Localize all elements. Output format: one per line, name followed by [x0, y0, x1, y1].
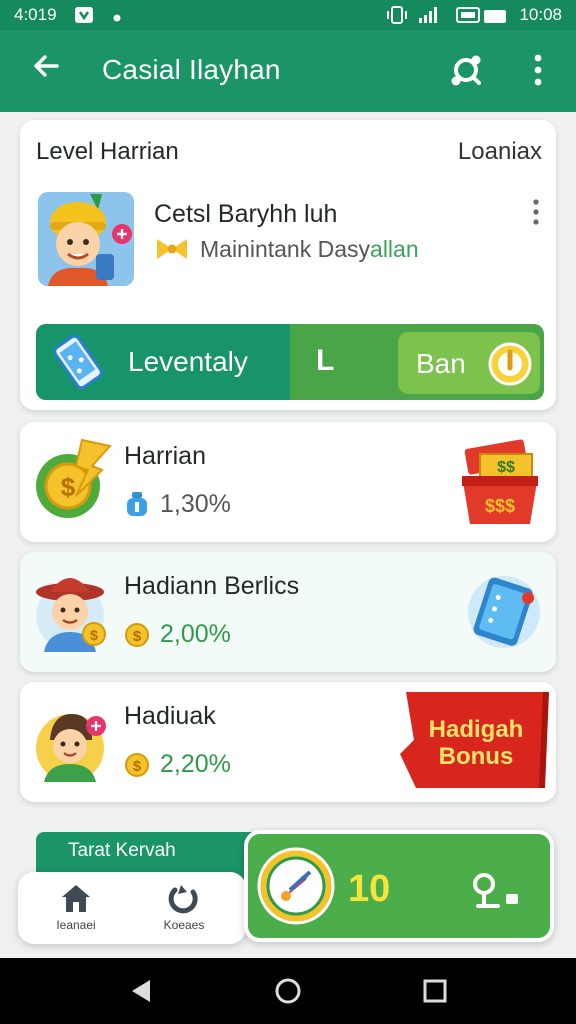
reward-card[interactable]: $ Harrian 1,30% $$ $$$ [20, 422, 556, 542]
cowboy-avatar-icon: $ [36, 578, 106, 652]
share-icon [451, 55, 481, 86]
back-nav-icon[interactable] [126, 976, 156, 1006]
nav-item-home[interactable]: Ieanaei [28, 882, 124, 942]
screenshot-icon [456, 6, 480, 29]
arrow-left-icon [34, 55, 59, 77]
page-title: Casial Ilayhan [102, 54, 281, 85]
more-vert-icon [533, 199, 539, 225]
svg-text:$$$: $$$ [485, 496, 515, 516]
svg-text:$: $ [90, 627, 98, 643]
bonus-line-2: Bonus [438, 743, 514, 770]
status-bar: 4:019 10:08 [0, 0, 576, 30]
ban-label: Ban [416, 348, 466, 379]
svg-text:$: $ [133, 758, 142, 775]
compass-badge-icon [257, 847, 335, 925]
level-card-title: Level Harrian [36, 138, 179, 165]
reward-card[interactable]: Hadiuak $ 2,20% Hadigah Bonus [20, 682, 556, 802]
nav-item-refresh-label: Koeaes [163, 918, 205, 932]
gift-box-icon: $$ $$$ [462, 439, 538, 524]
money-bag-icon: $ [36, 438, 112, 518]
more-options-button[interactable] [524, 52, 552, 88]
ban-button[interactable]: Ban [398, 332, 540, 394]
refresh-icon [168, 885, 198, 914]
status-clock: 10:08 [519, 5, 562, 24]
svg-text:$$: $$ [497, 459, 515, 476]
reward-percent: 2,20% [160, 750, 231, 778]
bottle-icon [127, 492, 147, 516]
key-icon [473, 873, 518, 908]
level-card-subtitle: Mainintank Dasyallan [200, 236, 419, 263]
level-action-bar: Leventaly L Ban [36, 324, 544, 400]
reward-title: Hadiuak [124, 702, 216, 730]
level-card-name: Cetsl Baryhh luh [154, 200, 338, 228]
reward-percent: 1,30% [160, 490, 231, 518]
reward-percent: 2,00% [160, 620, 231, 648]
bonus-line-1: Hadigah [428, 716, 524, 743]
avatar-character-icon [38, 192, 134, 286]
score-card[interactable]: 10 [244, 830, 554, 942]
svg-text:$: $ [133, 628, 142, 645]
score-value: 10 [348, 868, 391, 910]
level-mid-button[interactable]: L [316, 344, 356, 384]
reward-title: Harrian [124, 442, 206, 470]
recents-nav-icon[interactable] [420, 976, 450, 1006]
subtitle-suffix: allan [370, 236, 419, 262]
status-time: 4:019 [14, 5, 57, 24]
home-nav-icon[interactable] [273, 976, 303, 1006]
card-more-button[interactable] [530, 198, 542, 226]
app-bar: Casial Ilayhan [0, 30, 576, 112]
coin-icon: $ [125, 753, 149, 777]
bonus-banner[interactable]: Hadigah Bonus [406, 716, 546, 770]
reward-card[interactable]: $ Hadiann Berlics $ 2,00% [20, 552, 556, 672]
bottom-nav: Ieanaei Koeaes [18, 872, 246, 944]
nav-item-refresh[interactable]: Koeaes [136, 882, 232, 942]
avatar [38, 192, 134, 286]
phone-icon [53, 334, 103, 390]
level-card: Level Harrian Loaniax Cetsl Baryhh luh M… [20, 120, 556, 410]
leventaly-label: Leventaly [128, 346, 248, 377]
share-button[interactable] [446, 50, 486, 90]
system-navigation-bar [0, 958, 576, 1024]
dot-icon [112, 8, 122, 28]
svg-text:$: $ [61, 472, 76, 502]
coin-icon [488, 342, 532, 386]
bow-icon [154, 236, 190, 262]
signal-icon [418, 6, 440, 29]
nav-item-home-label: Ieanaei [56, 918, 96, 932]
level-mid-label: L [316, 344, 335, 377]
more-vert-icon [534, 54, 542, 86]
reward-title: Hadiann Berlics [124, 572, 300, 600]
avatar-icon [36, 714, 106, 782]
leventaly-button[interactable]: Leventaly [36, 324, 290, 400]
home-icon [62, 885, 90, 912]
back-button[interactable] [28, 50, 64, 90]
subtitle-prefix: Mainintank Dasy [200, 236, 371, 262]
vibrate-icon [386, 6, 408, 29]
promo-strip-label: Tarat Kervah [68, 840, 176, 861]
battery-icon [484, 8, 506, 28]
coin-icon: $ [125, 623, 149, 647]
tablet-icon [468, 576, 540, 648]
notification-icon [74, 6, 94, 29]
level-card-right-label[interactable]: Loaniax [458, 138, 542, 166]
